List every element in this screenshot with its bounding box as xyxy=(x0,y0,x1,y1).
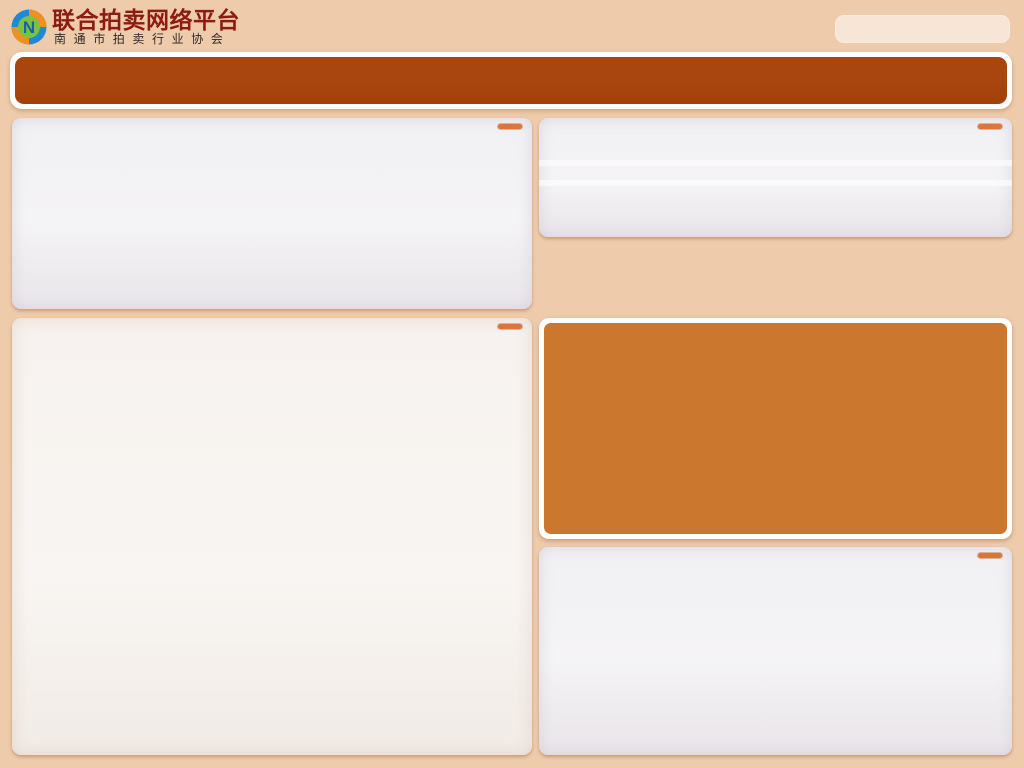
panel-stripe xyxy=(539,180,1012,186)
logo-mark-letter: N xyxy=(23,18,35,37)
panel-bottom-left xyxy=(12,318,532,755)
panel-handle-icon[interactable] xyxy=(978,124,1002,129)
main-nav xyxy=(10,52,1012,109)
panel-handle-icon[interactable] xyxy=(978,553,1002,558)
panel-handle-icon[interactable] xyxy=(498,124,522,129)
panel-stripe xyxy=(539,160,1012,166)
site-title: 联合拍卖网络平台 xyxy=(52,8,240,34)
panel-top-left xyxy=(12,118,532,309)
feature-box-inner[interactable] xyxy=(544,323,1007,534)
search-input[interactable] xyxy=(835,15,1010,43)
site-logo[interactable]: N 联合拍卖网络平台 南通市拍卖行业协会 xyxy=(10,8,270,48)
feature-box xyxy=(539,318,1012,539)
main-nav-bar[interactable] xyxy=(15,57,1007,104)
n-logo-icon: N xyxy=(11,9,47,45)
panel-handle-icon[interactable] xyxy=(498,324,522,329)
site-subtitle: 南通市拍卖行业协会 xyxy=(54,32,231,46)
panel-bottom-right xyxy=(539,547,1012,755)
panel-top-right xyxy=(539,118,1012,237)
